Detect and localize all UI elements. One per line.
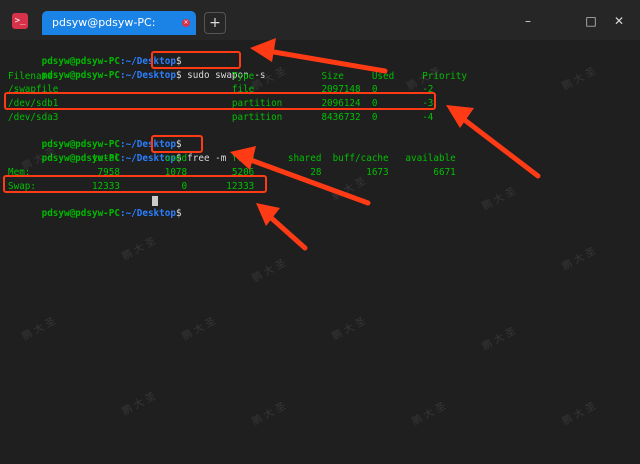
prompt-user: pdsyw@pdsyw-PC: [41, 208, 120, 219]
text-cursor: [152, 196, 158, 206]
prompt-path: :~/Desktop: [119, 208, 176, 219]
prompt-symbol: $: [175, 208, 182, 219]
add-tab-button[interactable]: +: [204, 12, 226, 34]
terminal-window: >_ pdsyw@pdsyw-PC: ~/Desktop × + – □ ✕ p…: [0, 0, 640, 464]
highlight-box-swap-row: [3, 175, 267, 193]
swap-table-header: Filename Type Size Used Priority: [8, 71, 467, 82]
highlight-box-sdb1-row: [4, 92, 436, 110]
free-table-header: total used free shared buff/cache availa…: [8, 153, 456, 164]
close-window-button[interactable]: ✕: [612, 14, 626, 28]
title-bar: >_ pdsyw@pdsyw-PC: ~/Desktop × + – □ ✕: [0, 0, 640, 53]
highlight-box-free-command: [151, 135, 203, 153]
minimize-button[interactable]: –: [521, 14, 535, 28]
tab-active[interactable]: pdsyw@pdsyw-PC: ~/Desktop: [42, 11, 196, 53]
maximize-button[interactable]: □: [584, 14, 598, 28]
highlight-box-swapon-command: [151, 51, 241, 69]
swap-row-sda3: /dev/sda3 partition 8436732 0 -4: [8, 112, 434, 123]
terminal-app-icon: >_: [12, 13, 28, 29]
tab-close-icon[interactable]: ×: [182, 19, 190, 27]
